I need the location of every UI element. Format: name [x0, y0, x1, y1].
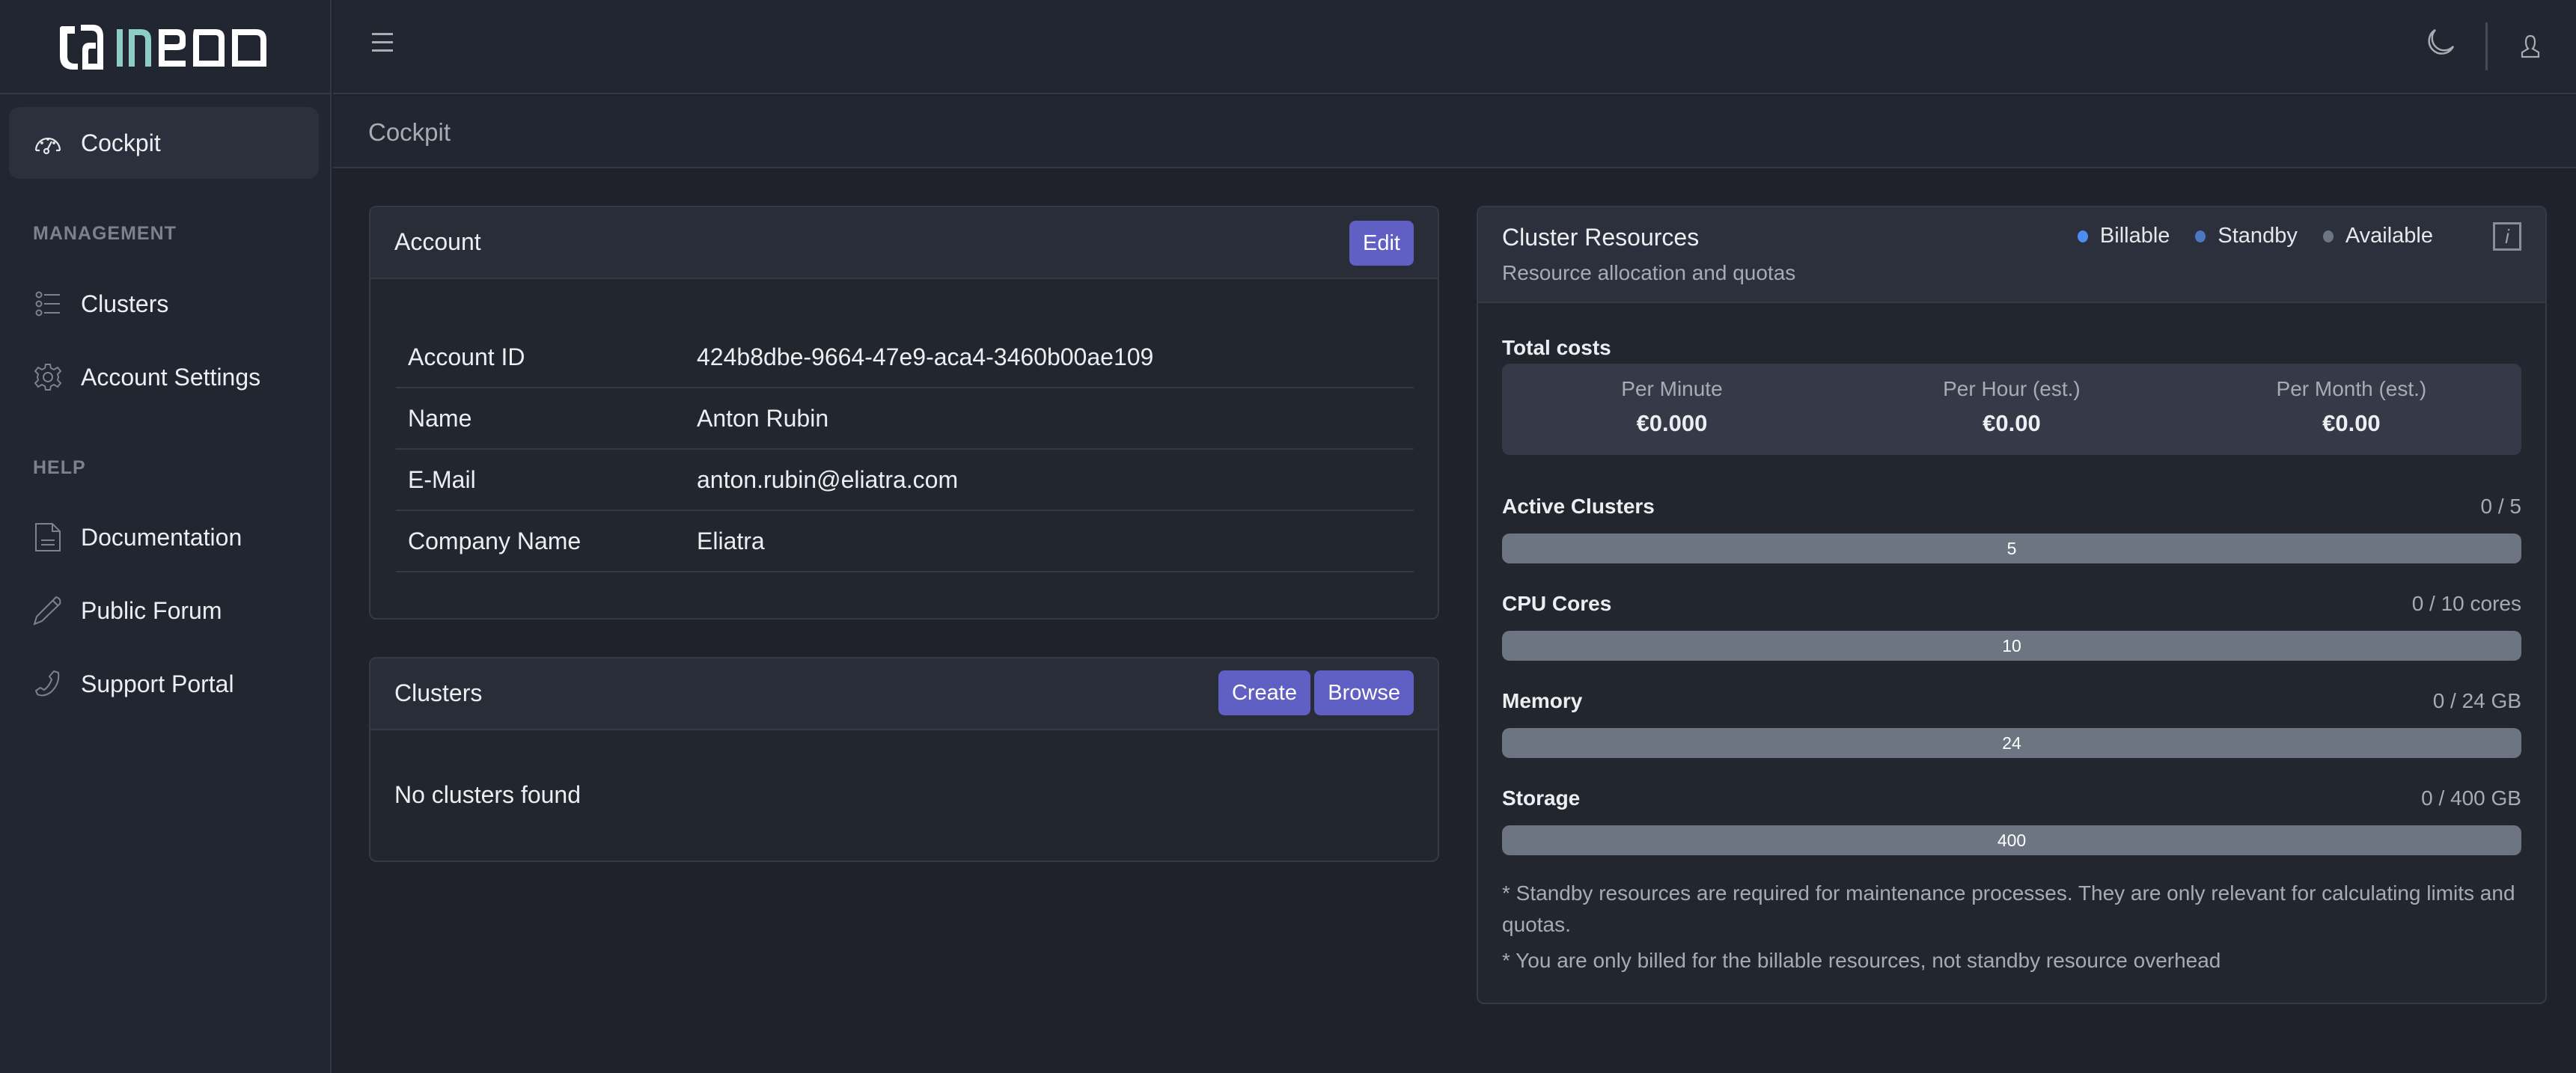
- bar-text: 10: [2002, 635, 2021, 655]
- account-row-email: E-Mail anton.rubin@eliatra.com: [396, 450, 1414, 511]
- sidebar-item-label: Support Portal: [81, 670, 234, 697]
- cost-per-hour: Per Hour (est.) €0.00: [1842, 364, 2182, 455]
- hamburger-icon[interactable]: [372, 33, 394, 55]
- sidebar-item-label: Cockpit: [81, 129, 161, 156]
- billing-note: * You are only billed for the billable r…: [1502, 949, 2221, 972]
- bar-text: 400: [1997, 830, 2027, 850]
- legend-dot-available: [2322, 230, 2334, 242]
- account-row-id: Account ID 424b8dbe-9664-47e9-aca4-3460b…: [396, 327, 1414, 388]
- resource-usage: 0 / 24 GB: [2432, 689, 2521, 712]
- row-key: Name: [408, 404, 472, 432]
- breadcrumb-bar: Cockpit: [333, 96, 2576, 168]
- create-cluster-button[interactable]: Create: [1218, 670, 1310, 715]
- row-value: 424b8dbe-9664-47e9-aca4-3460b00ae109: [697, 343, 1154, 370]
- pencil-icon: [33, 596, 63, 626]
- legend-item-standby: Standby: [2195, 224, 2298, 248]
- account-card-header: Account Edit: [370, 207, 1438, 279]
- legend-dot-billable: [2077, 230, 2088, 242]
- legend-item-billable: Billable: [2077, 224, 2170, 248]
- resource-bar-memory: 24: [1502, 728, 2521, 758]
- cost-value: €0.000: [1636, 410, 1708, 436]
- logo[interactable]: [0, 0, 330, 94]
- legend: Billable Standby Available: [2052, 224, 2433, 248]
- row-value: Anton Rubin: [697, 404, 829, 432]
- section-label-management: MANAGEMENT: [33, 223, 177, 244]
- resources-card-subtitle: Resource allocation and quotas: [1502, 261, 1796, 284]
- bar-text: 5: [2006, 538, 2017, 558]
- resources-card-header: Cluster Resources Resource allocation an…: [1478, 207, 2545, 303]
- user-icon[interactable]: [2521, 34, 2540, 58]
- legend-dot-standby: [2195, 230, 2206, 242]
- phone-icon: [33, 669, 63, 699]
- cost-per-minute: Per Minute €0.000: [1502, 364, 1842, 455]
- info-icon[interactable]: i: [2493, 222, 2521, 251]
- empty-state-text: No clusters found: [394, 781, 582, 808]
- standby-note: * Standby resources are required for mai…: [1502, 881, 2515, 936]
- cluster-resources-card: Cluster Resources Resource allocation an…: [1477, 206, 2547, 1004]
- clusters-card-title: Clusters: [394, 679, 483, 706]
- edit-button[interactable]: Edit: [1349, 221, 1414, 266]
- resource-usage: 0 / 5: [2480, 495, 2521, 518]
- breadcrumb: Cockpit: [368, 118, 451, 146]
- top-bar: [333, 0, 2576, 94]
- clusters-card-header: Clusters Create Browse: [370, 658, 1438, 730]
- bar-text: 24: [2002, 733, 2021, 753]
- document-icon: [33, 522, 63, 552]
- cost-label: Per Month (est.): [2276, 377, 2427, 400]
- resource-usage: 0 / 10 cores: [2411, 592, 2521, 615]
- resource-label: Storage: [1502, 786, 1581, 810]
- sidebar-item-documentation[interactable]: Documentation: [9, 501, 319, 573]
- browse-clusters-button[interactable]: Browse: [1314, 670, 1414, 715]
- sidebar: Cockpit MANAGEMENT Clusters Account Sett…: [0, 0, 332, 1073]
- sidebar-item-cockpit[interactable]: Cockpit: [9, 107, 319, 179]
- account-row-company: Company Name Eliatra: [396, 511, 1414, 572]
- legend-label: Standby: [2218, 224, 2298, 248]
- account-card: Account Edit Account ID 424b8dbe-9664-47…: [369, 206, 1439, 620]
- resource-bar-storage: 400: [1502, 825, 2521, 855]
- sidebar-item-support-portal[interactable]: Support Portal: [9, 648, 319, 720]
- sidebar-item-account-settings[interactable]: Account Settings: [9, 341, 319, 413]
- row-key: E-Mail: [408, 465, 476, 493]
- resource-label: CPU Cores: [1502, 592, 1612, 615]
- resource-bar-active-clusters: 5: [1502, 534, 2521, 563]
- row-value: anton.rubin@eliatra.com: [697, 465, 959, 493]
- legend-label: Available: [2345, 224, 2433, 248]
- total-costs-label: Total costs: [1502, 336, 1611, 359]
- gauge-icon: [33, 128, 63, 158]
- resources-card-title: Cluster Resources: [1502, 224, 1700, 251]
- moon-icon[interactable]: [2425, 27, 2456, 58]
- resource-label: Memory: [1502, 689, 1583, 712]
- legend-item-available: Available: [2322, 224, 2433, 248]
- sidebar-item-clusters[interactable]: Clusters: [9, 268, 319, 340]
- costs-box: Per Minute €0.000 Per Hour (est.) €0.00 …: [1502, 364, 2521, 455]
- account-card-title: Account: [394, 228, 481, 255]
- cost-per-month: Per Month (est.) €0.00: [2182, 364, 2521, 455]
- sidebar-item-label: Account Settings: [81, 363, 261, 391]
- cost-value: €0.00: [2322, 410, 2381, 436]
- cost-label: Per Minute: [1621, 377, 1723, 400]
- sidebar-item-label: Documentation: [81, 523, 242, 551]
- section-label-help: HELP: [33, 457, 86, 478]
- gear-icon: [33, 362, 63, 392]
- sidebar-item-public-forum[interactable]: Public Forum: [9, 575, 319, 646]
- row-value: Eliatra: [697, 527, 765, 554]
- resource-usage: 0 / 400 GB: [2421, 786, 2521, 810]
- resource-bar-cpu-cores: 10: [1502, 631, 2521, 661]
- clusters-card: Clusters Create Browse No clusters found: [369, 657, 1439, 862]
- row-key: Account ID: [408, 343, 525, 370]
- account-row-name: Name Anton Rubin: [396, 388, 1414, 450]
- resource-label: Active Clusters: [1502, 495, 1655, 518]
- cost-value: €0.00: [1983, 410, 2041, 436]
- cost-label: Per Hour (est.): [1943, 377, 2081, 400]
- sidebar-item-label: Public Forum: [81, 596, 222, 624]
- header-divider: [2485, 22, 2488, 70]
- legend-label: Billable: [2099, 224, 2170, 248]
- row-key: Company Name: [408, 527, 582, 554]
- list-icon: [33, 289, 63, 319]
- meod-logo-icon: [59, 25, 266, 70]
- sidebar-item-label: Clusters: [81, 290, 169, 317]
